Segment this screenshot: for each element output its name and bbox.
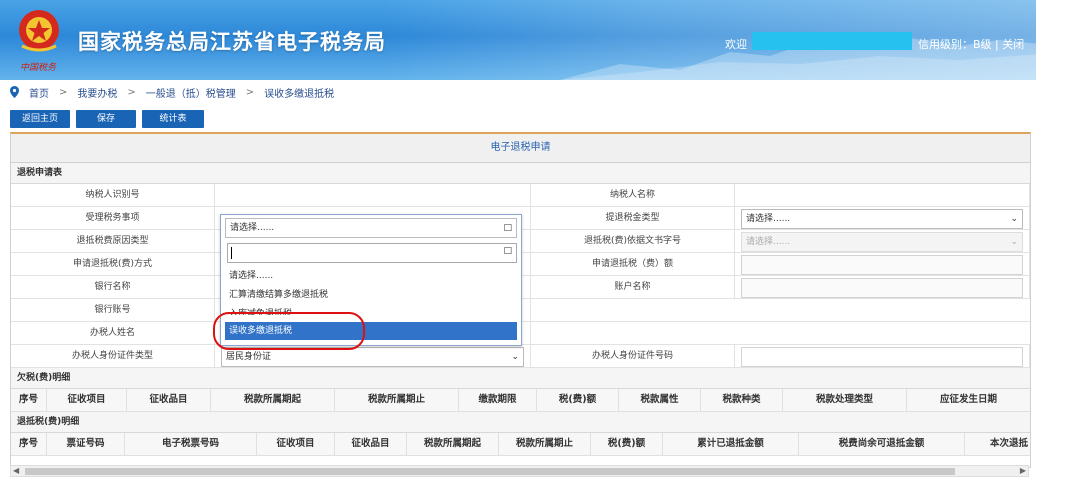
refund-col-ticket: 票证号码	[47, 433, 125, 455]
breadcrumb-tax-service[interactable]: 我要办税	[77, 85, 117, 100]
logo-signature: 中国税务	[20, 63, 57, 73]
text-caret	[231, 247, 232, 259]
refund-col-period-end: 税款所属期止	[499, 433, 591, 455]
refund-col-current: 本次退抵	[989, 438, 1028, 449]
owed-col-subitem: 征收品目	[127, 389, 211, 411]
welcome-text: 欢迎	[725, 38, 747, 51]
refund-col-subitem: 征收品目	[335, 433, 407, 455]
form-row: 办税人身份证件类型 居民身份证 ⌄ 办税人身份证件号码	[11, 345, 1030, 368]
back-home-button[interactable]: 返回主页	[10, 110, 70, 128]
taxpayer-id-label: 纳税人识别号	[11, 184, 215, 206]
credit-info[interactable]: 信用级别：B级 | 关闭	[918, 36, 1024, 52]
section-owed-header: 欠税(费)明细	[11, 368, 1030, 389]
method-label: 申请退抵税(费)方式	[11, 253, 215, 275]
breadcrumb-current: 误收多缴退抵税	[264, 88, 335, 100]
refund-type-cell: 请选择...... ⌄	[735, 207, 1030, 229]
id-number-input[interactable]	[741, 347, 1023, 367]
doc-no-cell: 请选择...... ⌄	[735, 230, 1030, 252]
owed-col-period-start: 税款所属期起	[211, 389, 335, 411]
matter-label: 受理税务事项	[11, 207, 215, 229]
dropdown-search-input[interactable]: □	[227, 243, 517, 263]
dropdown-option[interactable]: 请选择......	[225, 267, 517, 285]
account-name-input	[741, 278, 1023, 298]
refund-table-header: 序号 票证号码 电子税票号码 征收项目 征收品目 税款所属期起 税款所属期止 税…	[11, 433, 1030, 456]
dropdown-option[interactable]: 汇算清缴结算多缴退抵税	[225, 286, 517, 304]
owed-col-period-end: 税款所属期止	[335, 389, 459, 411]
owed-col-index: 序号	[11, 389, 47, 411]
annotation-circle	[213, 312, 365, 350]
tax-emblem-icon	[19, 10, 59, 52]
refund-col-e-ticket: 电子税票号码	[125, 433, 257, 455]
chevron-down-icon: ⌄	[1010, 214, 1018, 224]
toolbar: 返回主页 保存 统计表	[10, 110, 204, 128]
header-banner: 中国税务 国家税务总局江苏省电子税务局 欢迎 信用级别：B级 | 关闭	[0, 0, 1036, 80]
owed-col-deadline: 缴款期限	[459, 389, 537, 411]
search-clear-icon: □	[503, 246, 512, 256]
doc-no-select: 请选择...... ⌄	[741, 232, 1023, 252]
refund-type-select[interactable]: 请选择...... ⌄	[741, 209, 1023, 229]
refund-col-item: 征收项目	[257, 433, 335, 455]
horizontal-scrollbar[interactable]: ◀ ▶	[10, 465, 1029, 477]
refund-type-select-value: 请选择......	[746, 214, 791, 224]
matter-select-value: 请选择......	[230, 223, 275, 233]
empty-cell	[531, 322, 1030, 344]
taxpayer-name-label: 纳税人名称	[531, 184, 735, 206]
chevron-down-icon: ⌄	[511, 352, 519, 362]
panel-title: 电子退税申请	[11, 134, 1030, 163]
save-button[interactable]: 保存	[76, 110, 136, 128]
owed-col-amount: 税(费)额	[537, 389, 619, 411]
breadcrumb-refund-management[interactable]: 一般退（抵）税管理	[146, 85, 236, 100]
section-refund-header: 退抵税(费)明细	[11, 412, 1030, 433]
id-number-cell	[735, 345, 1030, 367]
matter-select[interactable]: 请选择...... □	[225, 218, 517, 238]
account-name-label: 账户名称	[531, 276, 735, 298]
doc-no-select-value: 请选择......	[746, 237, 791, 247]
chevron-down-icon: ⌄	[1010, 237, 1018, 247]
location-pin-icon	[10, 86, 19, 98]
statistics-button[interactable]: 统计表	[142, 110, 204, 128]
empty-cell	[531, 299, 1030, 321]
owed-col-item: 征收项目	[47, 389, 127, 411]
reason-type-label: 退抵税费原因类型	[11, 230, 215, 252]
doc-no-label: 退抵税(费)依据文书字号	[531, 230, 735, 252]
id-type-select[interactable]: 居民身份证 ⌄	[221, 347, 524, 367]
refund-col-amount: 税(费)额	[591, 433, 663, 455]
breadcrumb-separator: >	[127, 86, 136, 98]
owed-col-category: 税款种类	[701, 389, 783, 411]
dropdown-toggle-icon: □	[503, 223, 512, 233]
refund-col-index: 序号	[11, 433, 47, 455]
bank-account-label: 银行账号	[11, 299, 215, 321]
taxpayer-name-value	[735, 184, 1030, 206]
amount-cell	[735, 253, 1030, 275]
id-number-label: 办税人身份证件号码	[531, 345, 735, 367]
breadcrumb: 首页 > 我要办税 > 一般退（抵）税管理 > 误收多缴退抵税	[10, 85, 335, 100]
id-type-select-value: 居民身份证	[226, 352, 272, 362]
owed-table-header: 序号 征收项目 征收品目 税款所属期起 税款所属期止 缴款期限 税(费)额 税款…	[11, 389, 1030, 412]
scroll-left-icon[interactable]: ◀	[13, 466, 19, 475]
account-name-cell	[735, 276, 1030, 298]
section-apply-header: 退税申请表	[11, 163, 1030, 184]
user-name-mask	[752, 32, 912, 50]
id-type-label: 办税人身份证件类型	[11, 345, 215, 367]
handler-name-label: 办税人姓名	[11, 322, 215, 344]
amount-input	[741, 255, 1023, 275]
site-title: 国家税务总局江苏省电子税务局	[78, 30, 386, 54]
scroll-right-icon[interactable]: ▶	[1020, 466, 1026, 475]
owed-col-attribute: 税款属性	[619, 389, 701, 411]
form-row: 纳税人识别号 纳税人名称	[11, 184, 1030, 207]
owed-col-date: 应征发生日期	[939, 394, 997, 405]
taxpayer-id-value	[215, 184, 531, 206]
scrollbar-thumb[interactable]	[25, 468, 955, 475]
bank-name-label: 银行名称	[11, 276, 215, 298]
breadcrumb-separator: >	[245, 86, 255, 98]
amount-label: 申请退抵税（费）额	[531, 253, 735, 275]
breadcrumb-home[interactable]: 首页	[29, 85, 49, 100]
owed-col-handling: 税款处理类型	[783, 389, 907, 411]
refund-col-remaining: 税费尚余可退抵金额	[799, 433, 965, 455]
refund-type-label: 提退税金类型	[531, 207, 735, 229]
refund-col-period-start: 税款所属期起	[407, 433, 499, 455]
breadcrumb-separator: >	[59, 86, 68, 98]
refund-col-refunded: 累计已退抵金额	[663, 433, 799, 455]
